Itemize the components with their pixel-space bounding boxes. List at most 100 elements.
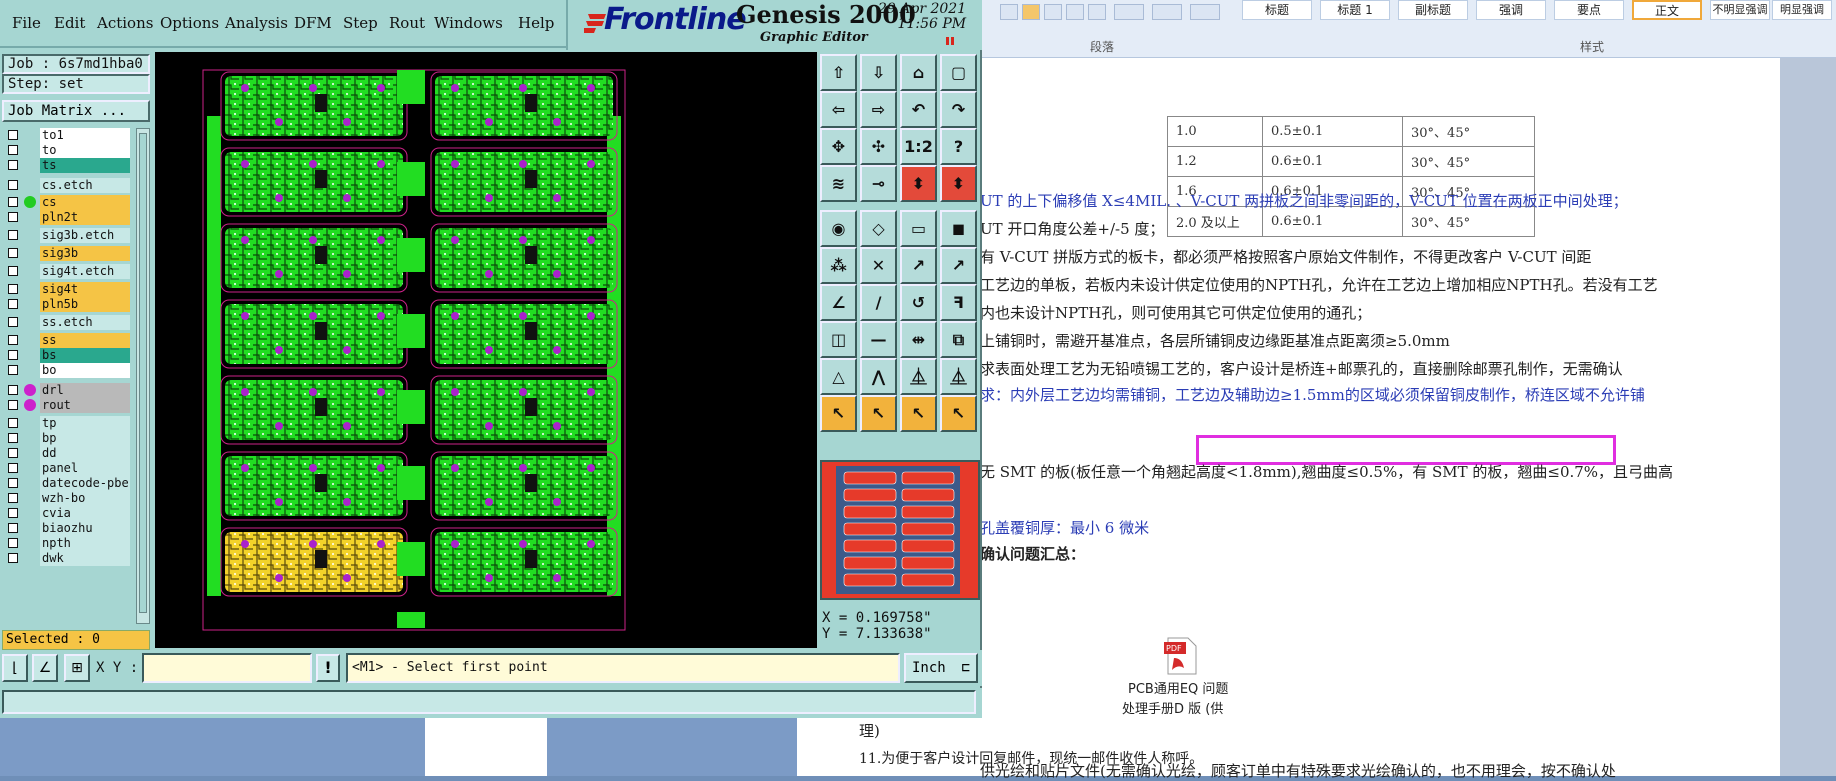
menu-file[interactable]: File — [12, 14, 41, 32]
line-spacing-icon[interactable] — [1114, 4, 1144, 20]
info-icon[interactable]: ! — [316, 654, 340, 682]
tool-button-icon[interactable]: ⏅ — [940, 358, 977, 395]
layer-row[interactable]: pln5b — [2, 297, 132, 312]
graphic-canvas[interactable] — [155, 52, 817, 648]
layer-checkbox[interactable] — [8, 463, 18, 473]
measure-tool-icon[interactable]: ∠ — [32, 654, 58, 682]
layer-scrollbar[interactable] — [136, 128, 150, 624]
tool-button-icon[interactable]: ✥ — [820, 128, 857, 165]
layer-row[interactable]: bs — [2, 348, 132, 363]
tool-button-icon[interactable]: ⧉ — [940, 321, 977, 358]
layer-checkbox[interactable] — [8, 335, 18, 345]
layer-row[interactable]: pln2t — [2, 210, 132, 225]
menu-actions[interactable]: Actions — [97, 14, 153, 32]
layer-row[interactable]: ss.etch — [2, 315, 132, 330]
layer-row[interactable]: dwk — [2, 551, 132, 566]
layer-name[interactable]: cvia — [40, 506, 130, 521]
grid-tool-icon[interactable]: ⊞ — [64, 654, 90, 682]
layer-checkbox[interactable] — [8, 160, 18, 170]
tool-button-icon[interactable]: ↺ — [900, 284, 937, 321]
menu-step[interactable]: Step — [343, 14, 378, 32]
layer-checkbox[interactable] — [8, 433, 18, 443]
menu-help[interactable]: Help — [518, 14, 554, 32]
layer-row[interactable]: npth — [2, 536, 132, 551]
tool-button-icon[interactable]: ↖ — [940, 395, 977, 432]
tool-button-icon[interactable]: ↗ — [940, 247, 977, 284]
layer-name[interactable]: to1 — [40, 128, 130, 143]
tool-button-icon[interactable]: ↖ — [900, 395, 937, 432]
layer-checkbox[interactable] — [8, 478, 18, 488]
layer-name[interactable]: bo — [40, 363, 130, 378]
layer-checkbox[interactable] — [8, 508, 18, 518]
snap-tool-icon[interactable]: ⌊ — [2, 654, 28, 682]
layer-row[interactable]: bo — [2, 363, 132, 378]
shading-icon[interactable] — [1152, 4, 1182, 20]
layer-name[interactable]: bp — [40, 431, 130, 446]
menu-edit[interactable]: Edit — [54, 14, 85, 32]
layer-name[interactable]: cs — [40, 195, 130, 210]
tool-button-icon[interactable]: 1:2 — [900, 128, 937, 165]
layer-row[interactable]: sig4t — [2, 282, 132, 297]
layer-checkbox[interactable] — [8, 538, 18, 548]
layer-row[interactable]: ss — [2, 333, 132, 348]
tool-button-icon[interactable]: / — [860, 284, 897, 321]
layer-name[interactable]: to — [40, 143, 130, 158]
layer-row[interactable]: tp — [2, 416, 132, 431]
xy-input[interactable] — [142, 653, 312, 683]
style-mingxian[interactable]: 明显强调 — [1772, 0, 1832, 20]
style-biaoti1[interactable]: 标题 1 — [1320, 0, 1390, 20]
menu-dfm[interactable]: DFM — [294, 14, 332, 32]
tool-button-icon[interactable]: ⇨ — [860, 91, 897, 128]
layer-name[interactable]: sig3b — [40, 246, 130, 261]
layer-name[interactable]: datecode-pbe — [40, 476, 130, 491]
layer-row[interactable]: rout — [2, 398, 132, 413]
tool-button-icon[interactable]: ⇹ — [900, 321, 937, 358]
scroll-thumb[interactable] — [139, 133, 147, 613]
borders-icon[interactable] — [1190, 4, 1220, 20]
layer-name[interactable]: wzh-bo — [40, 491, 130, 506]
tool-button-icon[interactable]: ⋀ — [860, 358, 897, 395]
layer-name[interactable]: sig4t.etch — [40, 264, 130, 279]
layer-row[interactable]: cs — [2, 195, 132, 210]
layer-name[interactable]: sig3b.etch — [40, 228, 130, 243]
unit-select[interactable]: Inch ⊏ — [904, 653, 978, 683]
layer-row[interactable]: biaozhu — [2, 521, 132, 536]
layer-checkbox[interactable] — [8, 350, 18, 360]
layer-checkbox[interactable] — [8, 230, 18, 240]
command-field[interactable] — [2, 690, 976, 714]
style-fubiaoti[interactable]: 副标题 — [1398, 0, 1468, 20]
document-page[interactable]: 1.0 0.5±0.1 30°、45° 1.2 0.6±0.1 30°、45° 1.6 0… — [980, 58, 1780, 780]
tool-button-icon[interactable]: ◉ — [820, 210, 857, 247]
layer-name[interactable]: biaozhu — [40, 521, 130, 536]
tool-button-icon[interactable]: ↖ — [860, 395, 897, 432]
tool-button-icon[interactable]: ⇩ — [860, 54, 897, 91]
distribute-icon[interactable] — [1088, 4, 1106, 20]
layer-name[interactable]: tp — [40, 416, 130, 431]
layer-checkbox[interactable] — [8, 418, 18, 428]
layer-name[interactable]: rout — [40, 398, 130, 413]
layer-checkbox[interactable] — [8, 145, 18, 155]
layer-row[interactable]: drl — [2, 383, 132, 398]
layer-checkbox[interactable] — [8, 385, 18, 395]
tool-button-icon[interactable]: ? — [940, 128, 977, 165]
tool-button-icon[interactable]: ⏅ — [900, 358, 937, 395]
layer-name[interactable]: ss.etch — [40, 315, 130, 330]
align-right-icon[interactable] — [1044, 4, 1062, 20]
layer-row[interactable]: cvia — [2, 506, 132, 521]
layer-checkbox[interactable] — [8, 284, 18, 294]
layer-row[interactable]: sig4t.etch — [2, 264, 132, 279]
tool-button-icon[interactable]: ↷ — [940, 91, 977, 128]
layer-name[interactable]: ss — [40, 333, 130, 348]
menu-options[interactable]: Options — [160, 14, 219, 32]
layer-row[interactable]: bp — [2, 431, 132, 446]
tool-button-icon[interactable]: ⬍ — [940, 165, 977, 202]
layer-name[interactable]: pln5b — [40, 297, 130, 312]
layer-checkbox[interactable] — [8, 400, 18, 410]
tool-button-icon[interactable]: ↶ — [900, 91, 937, 128]
layer-name[interactable]: dd — [40, 446, 130, 461]
layer-checkbox[interactable] — [8, 248, 18, 258]
layer-row[interactable]: sig3b.etch — [2, 228, 132, 243]
layer-checkbox[interactable] — [8, 180, 18, 190]
menu-rout[interactable]: Rout — [389, 14, 425, 32]
layer-row[interactable]: sig3b — [2, 246, 132, 261]
